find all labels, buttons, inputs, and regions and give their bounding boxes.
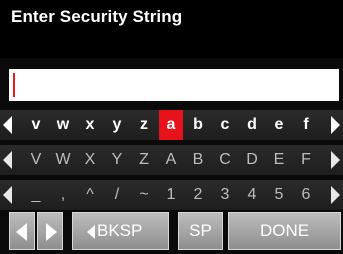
backspace-arrow-icon bbox=[87, 225, 95, 239]
key-row2-4[interactable]: Z bbox=[134, 145, 154, 175]
done-button[interactable]: DONE bbox=[228, 212, 341, 250]
key-row1-10[interactable]: f bbox=[296, 110, 316, 140]
key-row3-1[interactable]: , bbox=[53, 180, 73, 210]
key-row3-0[interactable]: _ bbox=[26, 180, 46, 210]
scroll-left-icon[interactable] bbox=[3, 116, 12, 134]
security-string-input[interactable] bbox=[9, 69, 339, 101]
arrow-left-icon bbox=[16, 223, 27, 241]
key-row1-3[interactable]: y bbox=[107, 110, 127, 140]
key-row2-9[interactable]: E bbox=[269, 145, 289, 175]
key-row2-6[interactable]: B bbox=[188, 145, 208, 175]
key-row2-10[interactable]: F bbox=[296, 145, 316, 175]
backspace-button[interactable]: BKSP bbox=[72, 212, 169, 250]
key-row1-2[interactable]: x bbox=[80, 110, 100, 140]
page-title: Enter Security String bbox=[11, 7, 183, 26]
keyboard-row-symbols: _, ^ / ~1 2 3 4 5 6 bbox=[0, 180, 343, 210]
scroll-right-icon[interactable] bbox=[331, 186, 340, 204]
space-label: SP bbox=[189, 221, 212, 240]
keyboard-row-uppercase: VWXYZABCDEF bbox=[0, 145, 343, 175]
key-row1-7[interactable]: c bbox=[215, 110, 235, 140]
key-row1-6[interactable]: b bbox=[188, 110, 208, 140]
key-row2-1[interactable]: W bbox=[53, 145, 73, 175]
backspace-label: BKSP bbox=[97, 221, 143, 240]
key-row1-9[interactable]: e bbox=[269, 110, 289, 140]
control-bar: BKSP SP DONE bbox=[0, 212, 343, 254]
key-row2-3[interactable]: Y bbox=[107, 145, 127, 175]
key-row1-4[interactable]: z bbox=[134, 110, 154, 140]
key-row2-5[interactable]: A bbox=[161, 145, 181, 175]
key-row3-9[interactable]: 5 bbox=[269, 180, 289, 210]
key-row3-8[interactable]: 4 bbox=[242, 180, 262, 210]
key-row1-8[interactable]: d bbox=[242, 110, 262, 140]
key-row3-2[interactable]: ^ bbox=[80, 180, 100, 210]
key-row2-8[interactable]: D bbox=[242, 145, 262, 175]
key-row3-7[interactable]: 3 bbox=[215, 180, 235, 210]
scroll-right-icon[interactable] bbox=[331, 116, 340, 134]
key-row2-7[interactable]: C bbox=[215, 145, 235, 175]
arrow-right-icon bbox=[46, 223, 57, 241]
scroll-left-icon[interactable] bbox=[3, 151, 12, 169]
key-row1-0[interactable]: v bbox=[26, 110, 46, 140]
key-row1-1[interactable]: w bbox=[53, 110, 73, 140]
key-row3-4[interactable]: ~ bbox=[134, 180, 154, 210]
key-row2-0[interactable]: V bbox=[26, 145, 46, 175]
space-button[interactable]: SP bbox=[178, 212, 223, 250]
done-label: DONE bbox=[259, 221, 310, 240]
key-row3-6[interactable]: 2 bbox=[188, 180, 208, 210]
scroll-right-icon[interactable] bbox=[331, 151, 340, 169]
keyboard-row-lowercase: vwxyzabcdef bbox=[0, 110, 343, 140]
key-row2-2[interactable]: X bbox=[80, 145, 100, 175]
key-row3-5[interactable]: 1 bbox=[161, 180, 181, 210]
cursor-left-button[interactable] bbox=[9, 212, 35, 250]
cursor-right-button[interactable] bbox=[37, 212, 63, 250]
title-bar: Enter Security String bbox=[0, 0, 343, 58]
key-row3-10[interactable]: 6 bbox=[296, 180, 316, 210]
key-row3-3[interactable]: / bbox=[107, 180, 127, 210]
scroll-left-icon[interactable] bbox=[3, 186, 12, 204]
key-row1-5[interactable]: a bbox=[159, 110, 183, 140]
text-cursor bbox=[13, 73, 15, 97]
